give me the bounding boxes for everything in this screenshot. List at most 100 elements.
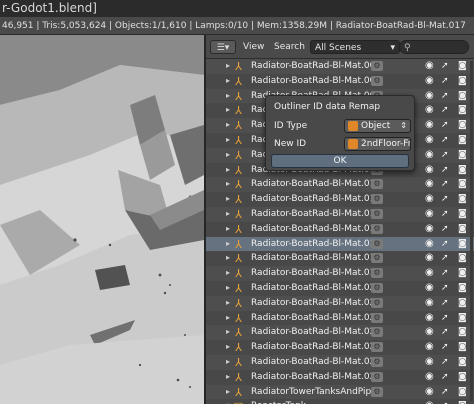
object-name[interactable]: Radiator-BoatRad-Bl-Mat.018 <box>251 251 381 266</box>
render-camera-icon[interactable]: ◙ <box>458 59 467 74</box>
selectable-cursor-icon[interactable]: ➚ <box>441 251 449 266</box>
object-name[interactable]: Radiator-BoatRad-Bl-Mat.021 <box>251 296 381 311</box>
selectable-cursor-icon[interactable]: ➚ <box>441 281 449 296</box>
expand-toggle-icon[interactable]: ▸ <box>226 281 230 296</box>
render-camera-icon[interactable]: ◙ <box>458 399 467 404</box>
render-camera-icon[interactable]: ◙ <box>458 237 467 252</box>
render-camera-icon[interactable]: ◙ <box>458 192 467 207</box>
expand-toggle-icon[interactable]: ▸ <box>226 148 230 163</box>
outliner-row[interactable]: ▸ ⅄ Radiator-BoatRad-Bl-Mat.022 ⚙ ◉ ➚ ◙ <box>206 310 474 326</box>
outliner-row[interactable]: ▸ ⅄ Radiator-BoatRad-Bl-Mat.023 ⚙ ◉ ➚ ◙ <box>206 325 474 341</box>
modifier-icon[interactable]: ⚙ <box>371 253 383 264</box>
outliner-row[interactable]: ▸ ⅄ Radiator-BoatRad-Bl-Mat.021 ⚙ ◉ ➚ ◙ <box>206 295 474 311</box>
visibility-eye-icon[interactable]: ◉ <box>425 281 434 296</box>
selectable-cursor-icon[interactable]: ➚ <box>441 237 449 252</box>
modifier-icon[interactable]: ⚙ <box>371 209 383 219</box>
visibility-eye-icon[interactable]: ◉ <box>425 74 434 89</box>
modifier-icon[interactable]: ⚙ <box>371 283 383 293</box>
outliner-row[interactable]: ▸ ⅄ Radiator-BoatRad-Bl-Mat.020 ⚙ ◉ ➚ ◙ <box>206 281 474 296</box>
outliner-row[interactable]: ▸ ⅄ Radiator-BoatRad-Bl-Mat.017 ⚙ ◉ ➚ ◙ <box>206 236 474 252</box>
expand-toggle-icon[interactable]: ▸ <box>226 222 230 237</box>
modifier-icon[interactable]: ⚙ <box>371 179 383 190</box>
object-name[interactable]: Radiator-BoatRad-Bl-Mat.005 <box>251 59 381 74</box>
selectable-cursor-icon[interactable]: ➚ <box>441 192 449 207</box>
modifier-icon[interactable]: ⚙ <box>371 297 383 308</box>
expand-toggle-icon[interactable]: ▸ <box>226 266 230 281</box>
visibility-eye-icon[interactable]: ◉ <box>425 237 434 252</box>
modifier-icon[interactable]: ⚙ <box>371 238 383 249</box>
selectable-cursor-icon[interactable]: ➚ <box>441 370 449 385</box>
modifier-icon[interactable]: ⚙ <box>371 61 383 71</box>
expand-toggle-icon[interactable]: ▸ <box>226 340 230 355</box>
outliner-row[interactable]: ▸ ⅄ Radiator-BoatRad-Bl-Mat.025 ⚙ ◉ ➚ ◙ <box>206 355 474 370</box>
visibility-eye-icon[interactable]: ◉ <box>425 399 434 404</box>
visibility-eye-icon[interactable]: ◉ <box>425 385 434 400</box>
visibility-eye-icon[interactable]: ◉ <box>425 177 434 192</box>
selectable-cursor-icon[interactable]: ➚ <box>441 296 449 311</box>
expand-toggle-icon[interactable]: ▸ <box>226 103 230 118</box>
object-name[interactable]: Radiator-BoatRad-Bl-Mat.015 <box>251 207 381 222</box>
outliner-row[interactable]: ▸ ⅄ RadiatorTowerTanksAndPipes ⚙ ◉ ➚ ◙ <box>206 384 474 400</box>
outliner-row[interactable]: ▸ ⅄ Radiator-BoatRad-Bl-Mat.006 ⚙ ◉ ➚ ◙ <box>206 73 474 89</box>
render-camera-icon[interactable]: ◙ <box>458 385 467 400</box>
expand-toggle-icon[interactable]: ▸ <box>226 59 230 74</box>
selectable-cursor-icon[interactable]: ➚ <box>441 399 449 404</box>
selectable-cursor-icon[interactable]: ➚ <box>441 103 449 118</box>
object-name[interactable]: ReactorTank <box>251 399 306 404</box>
new-id-dropdown[interactable]: 2ndFloor-Fros <box>344 137 411 151</box>
expand-toggle-icon[interactable]: ▸ <box>226 237 230 252</box>
selectable-cursor-icon[interactable]: ➚ <box>441 118 449 133</box>
selectable-cursor-icon[interactable]: ➚ <box>441 74 449 89</box>
render-camera-icon[interactable]: ◙ <box>458 370 467 385</box>
object-name[interactable]: RadiatorTowerTanksAndPipes <box>251 385 381 400</box>
render-camera-icon[interactable]: ◙ <box>458 355 467 370</box>
outliner-row[interactable]: ▸ ⅄ Radiator-BoatRad-Bl-Mat.019 ⚙ ◉ ➚ ◙ <box>206 266 474 281</box>
modifier-icon[interactable]: ⚙ <box>371 223 383 234</box>
selectable-cursor-icon[interactable]: ➚ <box>441 222 449 237</box>
render-camera-icon[interactable]: ◙ <box>458 296 467 311</box>
visibility-eye-icon[interactable]: ◉ <box>425 163 434 178</box>
object-name[interactable]: Radiator-BoatRad-Bl-Mat.025 <box>251 355 381 370</box>
modifier-icon[interactable]: ⚙ <box>371 194 383 205</box>
outliner-row[interactable]: ▸ ⅄ Radiator-BoatRad-Bl-Mat.024 ⚙ ◉ ➚ ◙ <box>206 340 474 355</box>
modifier-icon[interactable]: ⚙ <box>371 268 383 279</box>
search-input[interactable]: ⚲ <box>399 40 469 54</box>
outliner-scrollbar[interactable] <box>470 61 473 401</box>
render-camera-icon[interactable]: ◙ <box>458 222 467 237</box>
object-name[interactable]: Radiator-BoatRad-Bl-Mat.023 <box>251 325 381 340</box>
render-camera-icon[interactable]: ◙ <box>458 325 467 340</box>
search-menu[interactable]: Search <box>274 40 305 54</box>
modifier-icon[interactable]: ⚙ <box>371 342 383 353</box>
modifier-icon[interactable]: ⚙ <box>371 312 383 323</box>
outliner-row[interactable]: ▸ ⅄ Radiator-BoatRad-Bl-Mat.018 ⚙ ◉ ➚ ◙ <box>206 251 474 267</box>
expand-toggle-icon[interactable]: ▸ <box>226 207 230 222</box>
outliner-row[interactable]: ▸ ⅄ Radiator-BoatRad-Bl-Mat.016 ⚙ ◉ ➚ ◙ <box>206 221 474 237</box>
object-name[interactable]: Radiator-BoatRad-Bl-Mat.017 <box>251 237 381 252</box>
render-camera-icon[interactable]: ◙ <box>458 74 467 89</box>
selectable-cursor-icon[interactable]: ➚ <box>441 355 449 370</box>
selectable-cursor-icon[interactable]: ➚ <box>441 163 449 178</box>
expand-toggle-icon[interactable]: ▸ <box>226 177 230 192</box>
selectable-cursor-icon[interactable]: ➚ <box>441 207 449 222</box>
visibility-eye-icon[interactable]: ◉ <box>425 118 434 133</box>
object-name[interactable]: Radiator-BoatRad-Bl-Mat.014 <box>251 192 381 207</box>
render-camera-icon[interactable]: ◙ <box>458 148 467 163</box>
outliner-row[interactable]: ▸ ⅄ Radiator-BoatRad-Bl-Mat.005 ⚙ ◉ ➚ ◙ <box>206 59 474 74</box>
selectable-cursor-icon[interactable]: ➚ <box>441 340 449 355</box>
object-name[interactable]: Radiator-BoatRad-Bl-Mat.026 <box>251 370 381 385</box>
visibility-eye-icon[interactable]: ◉ <box>425 325 434 340</box>
ok-button[interactable]: OK <box>271 154 409 168</box>
outliner-row[interactable]: ▸ ⅄ Radiator-BoatRad-Bl-Mat.014 ⚙ ◉ ➚ ◙ <box>206 192 474 207</box>
modifier-icon[interactable]: ⚙ <box>371 386 383 397</box>
selectable-cursor-icon[interactable]: ➚ <box>441 177 449 192</box>
expand-toggle-icon[interactable]: ▸ <box>226 118 230 133</box>
view-menu[interactable]: View <box>243 40 264 54</box>
selectable-cursor-icon[interactable]: ➚ <box>441 266 449 281</box>
render-camera-icon[interactable]: ◙ <box>458 163 467 178</box>
expand-toggle-icon[interactable]: ▸ <box>226 325 230 340</box>
expand-toggle-icon[interactable]: ▸ <box>226 192 230 207</box>
expand-toggle-icon[interactable]: ▸ <box>226 296 230 311</box>
visibility-eye-icon[interactable]: ◉ <box>425 192 434 207</box>
outliner-row[interactable]: ▾▽ReactorTank◉➚◙ <box>206 399 474 404</box>
visibility-eye-icon[interactable]: ◉ <box>425 133 434 148</box>
